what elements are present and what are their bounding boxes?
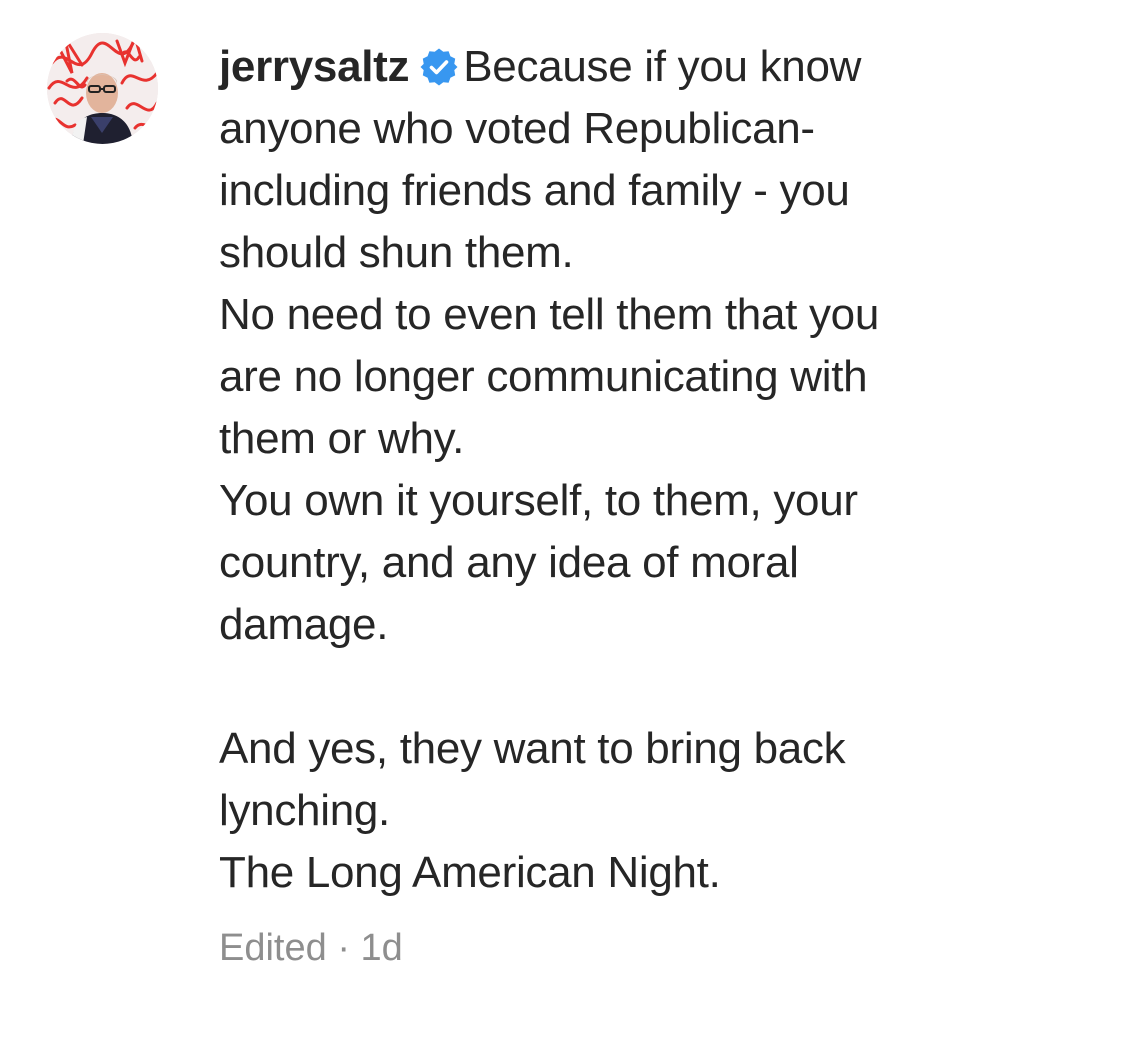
comment-body: jerrysaltz Because if you know anyone who… — [219, 36, 1099, 904]
profile-avatar[interactable] — [47, 33, 158, 144]
comment-line: should shun them. — [219, 228, 574, 277]
comment-line: No need to even tell them that you — [219, 290, 880, 339]
comment-line: You own it yourself, to them, your — [219, 476, 858, 525]
comment-timestamp[interactable]: 1d — [361, 927, 403, 969]
username-link[interactable]: jerrysaltz — [219, 42, 410, 91]
comment-line: country, and any idea of moral — [219, 538, 799, 587]
comment-line: including friends and family - you — [219, 166, 850, 215]
comment-line: And yes, they want to bring back — [219, 724, 846, 773]
verified-badge-icon — [419, 47, 459, 87]
comment-line: The Long American Night. — [219, 848, 721, 897]
meta-separator: · — [337, 927, 350, 969]
comment-line: are no longer communicating with — [219, 352, 868, 401]
comment-line: anyone who voted Republican- — [219, 104, 815, 153]
comment-meta: Edited · 1d — [219, 922, 403, 974]
comment-line: them or why. — [219, 414, 464, 463]
avatar-image — [47, 33, 158, 144]
edited-label[interactable]: Edited — [219, 927, 327, 969]
comment-first-line: jerrysaltz Because if you know — [219, 36, 1099, 98]
comment-line: damage. — [219, 600, 389, 649]
comment-line: Because if you know — [463, 42, 862, 91]
comment-line: lynching. — [219, 786, 390, 835]
comment: jerrysaltz Because if you know anyone who… — [0, 0, 1135, 1049]
